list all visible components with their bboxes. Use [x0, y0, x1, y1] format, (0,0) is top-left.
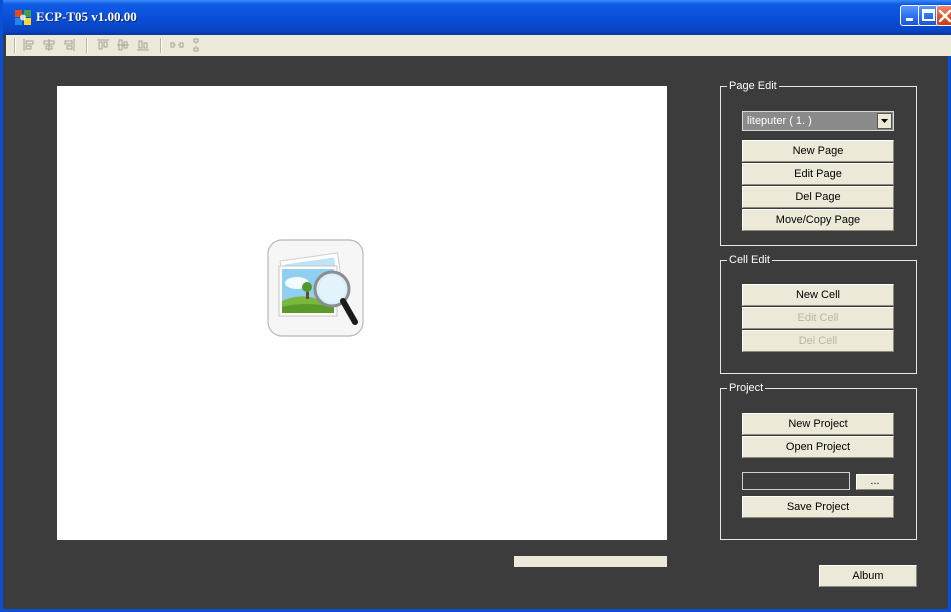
close-button[interactable] [936, 5, 951, 26]
edit-cell-button[interactable]: Edit Cell [742, 307, 894, 329]
align-right-icon[interactable] [62, 38, 76, 52]
align-middle-icon[interactable] [116, 38, 130, 52]
save-project-button[interactable]: Save Project [742, 496, 894, 518]
new-page-button[interactable]: New Page [742, 140, 894, 162]
move-copy-page-button[interactable]: Move/Copy Page [742, 209, 894, 231]
close-icon [938, 9, 951, 23]
distribute-horizontal-icon[interactable] [170, 38, 184, 52]
image-search-icon[interactable] [267, 239, 364, 337]
open-project-button[interactable]: Open Project [742, 436, 894, 458]
app-window: ECP-T05 v1.00.00 Page Edit liteputer (1… [0, 0, 951, 612]
cell-edit-title: Cell Edit [727, 253, 772, 267]
page-select-value: liteputer ( 1. ) [747, 115, 812, 127]
album-button[interactable]: Album [819, 565, 917, 587]
del-cell-button[interactable]: Del Cell [742, 330, 894, 352]
new-cell-button[interactable]: New Cell [742, 284, 894, 306]
align-bottom-icon[interactable] [136, 38, 150, 52]
window-title: ECP-T05 v1.00.00 [36, 9, 137, 24]
project-title: Project [727, 381, 766, 395]
align-center-icon[interactable] [42, 38, 56, 52]
toolbar-separator [160, 38, 162, 53]
toolbar [6, 35, 951, 56]
progress-bar [514, 556, 667, 567]
edit-page-button[interactable]: Edit Page [742, 163, 894, 185]
toolbar-separator [86, 38, 88, 53]
browse-button[interactable]: ... [856, 474, 894, 490]
app-icon [15, 10, 31, 25]
align-top-icon[interactable] [96, 38, 110, 52]
project-path-field[interactable] [742, 472, 850, 490]
page-edit-title: Page Edit [727, 79, 779, 93]
chevron-down-icon[interactable] [877, 113, 892, 129]
title-bar[interactable]: ECP-T05 v1.00.00 [3, 0, 951, 35]
distribute-vertical-icon[interactable] [189, 38, 203, 52]
page-select[interactable]: liteputer ( 1. ) [742, 111, 894, 131]
toolbar-separator [14, 38, 16, 53]
new-project-button[interactable]: New Project [742, 413, 894, 435]
del-page-button[interactable]: Del Page [742, 186, 894, 208]
align-left-icon[interactable] [22, 38, 36, 52]
